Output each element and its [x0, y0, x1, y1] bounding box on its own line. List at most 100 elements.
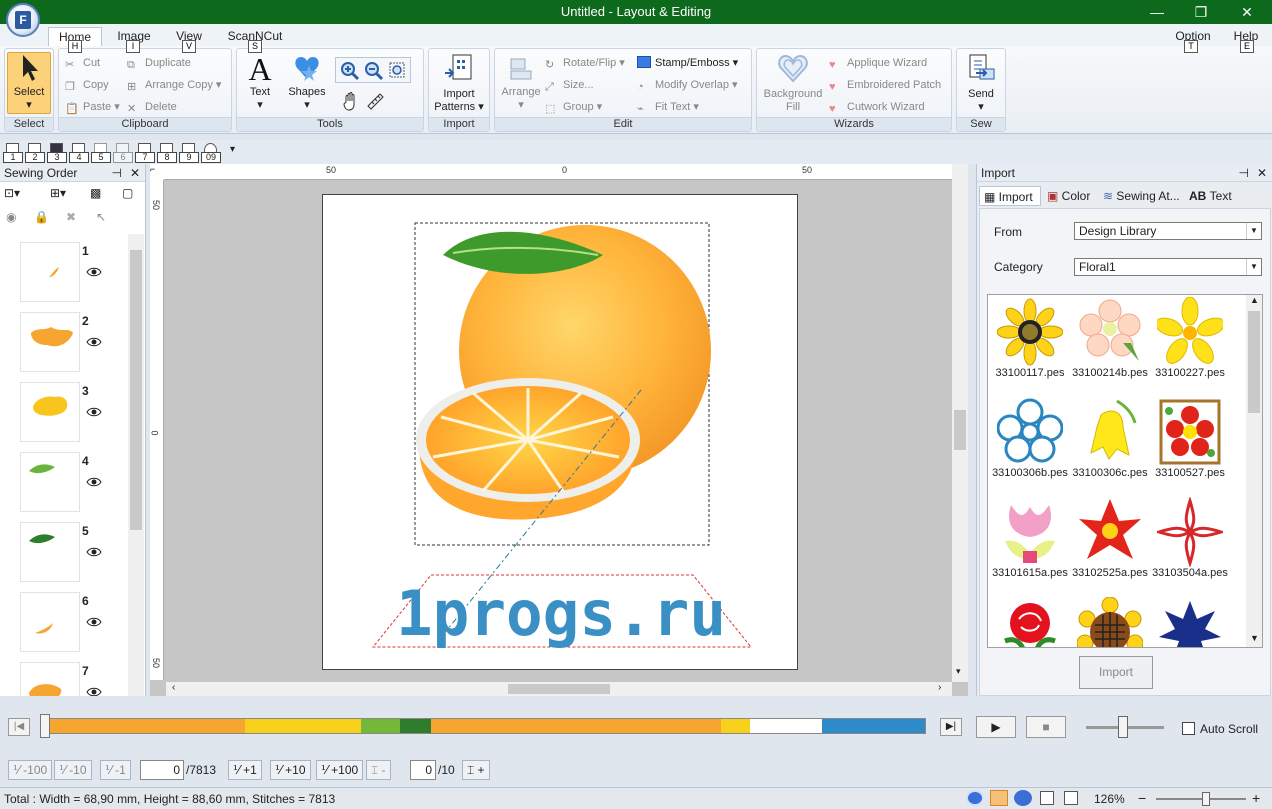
paste-button[interactable]: 📋 Paste ▾	[65, 97, 120, 117]
qat-realistic-icon[interactable]: 9	[179, 143, 199, 163]
stitch-plus-100-button[interactable]: ⅟ +100	[316, 760, 364, 780]
stitch-position-input[interactable]: 0	[140, 760, 184, 780]
select-button[interactable]: Select ▾	[7, 52, 51, 114]
import-tab-text[interactable]: AB Text Attrib...	[1189, 186, 1272, 223]
library-item[interactable]: 33100214b.pes	[1070, 297, 1150, 395]
rotate-flip-button[interactable]: ↻ Rotate/Flip ▾	[545, 53, 625, 73]
play-button[interactable]: ▶	[976, 716, 1016, 738]
auto-scroll-checkbox[interactable]	[1182, 722, 1195, 735]
sewing-order-item[interactable]	[20, 522, 80, 582]
sort-view-button[interactable]: ⊡▾	[4, 186, 20, 206]
qat-customize-icon[interactable]: ▾	[230, 144, 235, 155]
import-tab-color[interactable]: ▣ Color	[1047, 186, 1090, 206]
text-tool-button[interactable]: A Text ▾	[241, 53, 279, 112]
eye-icon[interactable]	[86, 616, 102, 627]
zoom-slider-thumb[interactable]	[1202, 792, 1210, 806]
color-prev-button[interactable]: ⌶ -	[366, 760, 391, 780]
qat-preview-icon[interactable]: 8	[157, 143, 177, 163]
stitch-minus-100-button[interactable]: ⅟ -100	[8, 760, 53, 780]
library-item[interactable]: 33100227.pes	[1150, 297, 1230, 395]
duplicate-button[interactable]: ⧉ Duplicate	[127, 53, 191, 73]
go-to-end-button[interactable]: ▶|	[940, 718, 962, 736]
stitch-minus-1-button[interactable]: ⅟ -1	[100, 760, 131, 780]
stitch-plus-1-button[interactable]: ⅟ +1	[228, 760, 262, 780]
import-tab-import[interactable]: ▦ Import	[979, 186, 1041, 206]
applique-wizard-button[interactable]: ♥ Applique Wizard	[829, 53, 927, 73]
library-item[interactable]: 33100306c.pes	[1070, 397, 1150, 495]
import-pin-icon[interactable]: ⊣	[1239, 164, 1249, 182]
fit-text-button[interactable]: ⌁ Fit Text ▾	[637, 97, 699, 117]
lock-icon[interactable]: 🔒	[34, 210, 49, 230]
library-item[interactable]	[990, 597, 1070, 647]
sewing-order-item[interactable]	[20, 242, 80, 302]
stitch-minus-10-button[interactable]: ⅟ -10	[54, 760, 92, 780]
canvas-vertical-scrollbar[interactable]: ▾	[952, 164, 968, 682]
remove-icon[interactable]: ✖	[66, 210, 76, 230]
zoom-in-icon[interactable]	[340, 61, 360, 81]
sewing-order-item[interactable]	[20, 592, 80, 652]
measure-icon[interactable]	[365, 91, 385, 111]
cut-button[interactable]: ✂ Cut	[65, 53, 100, 73]
maximize-button[interactable]: ❐	[1178, 0, 1224, 24]
cutwork-wizard-button[interactable]: ♥ Cutwork Wizard	[829, 97, 925, 117]
page-icon[interactable]	[1064, 791, 1078, 805]
sewing-order-item[interactable]	[20, 662, 80, 696]
grid-icon[interactable]	[1040, 791, 1054, 805]
size-button[interactable]: ⤢ Size...	[545, 75, 594, 95]
pointer-icon[interactable]: ↖	[96, 210, 106, 230]
modify-overlap-button[interactable]: ◔ Modify Overlap ▾	[637, 75, 738, 95]
sewing-order-scrollbar[interactable]	[128, 234, 144, 696]
go-to-start-button[interactable]: |◀	[8, 718, 30, 736]
color-position-input[interactable]: 0	[410, 760, 436, 780]
category-select[interactable]: Floral1 ▼	[1074, 258, 1262, 276]
zoom-out-icon[interactable]	[364, 61, 384, 81]
canvas-horizontal-scrollbar[interactable]: ‹ ›	[166, 682, 952, 696]
from-select[interactable]: Design Library ▼	[1074, 222, 1262, 240]
send-button[interactable]: Send ▾	[959, 53, 1003, 114]
close-button[interactable]: ✕	[1224, 0, 1270, 24]
library-item[interactable]: 33101615a.pes	[990, 497, 1070, 595]
eye-icon[interactable]	[86, 686, 102, 696]
visibility-icon[interactable]: ◉	[6, 210, 16, 230]
qat-new-icon[interactable]: 1	[3, 143, 23, 163]
qat-save-icon[interactable]: 3	[47, 143, 67, 163]
import-patterns-button[interactable]: Import Patterns ▾	[431, 53, 487, 114]
arrange-button[interactable]: Arrange ▾	[499, 55, 543, 112]
zoom-slider-track[interactable]	[1156, 798, 1246, 800]
library-item[interactable]: 33100527.pes	[1150, 397, 1230, 495]
stitch-view-icon[interactable]	[1014, 790, 1032, 806]
library-item[interactable]	[1070, 597, 1150, 647]
qat-save-as-icon[interactable]: 4	[69, 143, 89, 163]
eye-icon[interactable]	[86, 476, 102, 487]
import-tab-sewing[interactable]: ≋ Sewing At...	[1103, 186, 1180, 206]
delete-button[interactable]: ✕ Delete	[127, 97, 177, 117]
qat-undo-icon[interactable]: 5	[91, 143, 111, 163]
arrange-copy-button[interactable]: ⊞ Arrange Copy ▾	[127, 75, 221, 95]
library-item[interactable]: 33100117.pes	[990, 297, 1070, 395]
eye-icon[interactable]	[86, 266, 102, 277]
eye-icon[interactable]	[86, 406, 102, 417]
zoom-in-button[interactable]: +	[1252, 790, 1260, 806]
eye-icon[interactable]	[86, 336, 102, 347]
library-scrollbar[interactable]: ▲ ▼	[1246, 295, 1262, 647]
group-order-button[interactable]: ⊞▾	[50, 186, 66, 206]
background-fill-button[interactable]: Background Fill	[759, 53, 827, 114]
sewing-order-item[interactable]	[20, 382, 80, 442]
color-next-button[interactable]: ⌶ +	[462, 760, 490, 780]
import-close-icon[interactable]: ✕	[1257, 164, 1267, 182]
library-item[interactable]	[1150, 597, 1230, 647]
minimize-button[interactable]: —	[1134, 0, 1180, 24]
library-item[interactable]: 33100306b.pes	[990, 397, 1070, 495]
import-button[interactable]: Import	[1079, 656, 1153, 689]
library-item[interactable]: 33103504a.pes	[1150, 497, 1230, 595]
speed-slider-thumb[interactable]	[1118, 716, 1128, 738]
eye-icon[interactable]	[86, 546, 102, 557]
realistic-view-icon[interactable]	[990, 790, 1008, 806]
qat-properties-icon[interactable]: 09	[201, 143, 221, 163]
qat-open-icon[interactable]: 2	[25, 143, 45, 163]
position-slider-thumb[interactable]	[40, 714, 50, 738]
stitch-plus-10-button[interactable]: ⅟ +10	[270, 760, 311, 780]
qat-print-icon[interactable]: 7	[135, 143, 155, 163]
app-menu-button[interactable]: F	[6, 3, 40, 37]
stamp-emboss-button[interactable]: Stamp/Emboss ▾	[637, 53, 738, 73]
